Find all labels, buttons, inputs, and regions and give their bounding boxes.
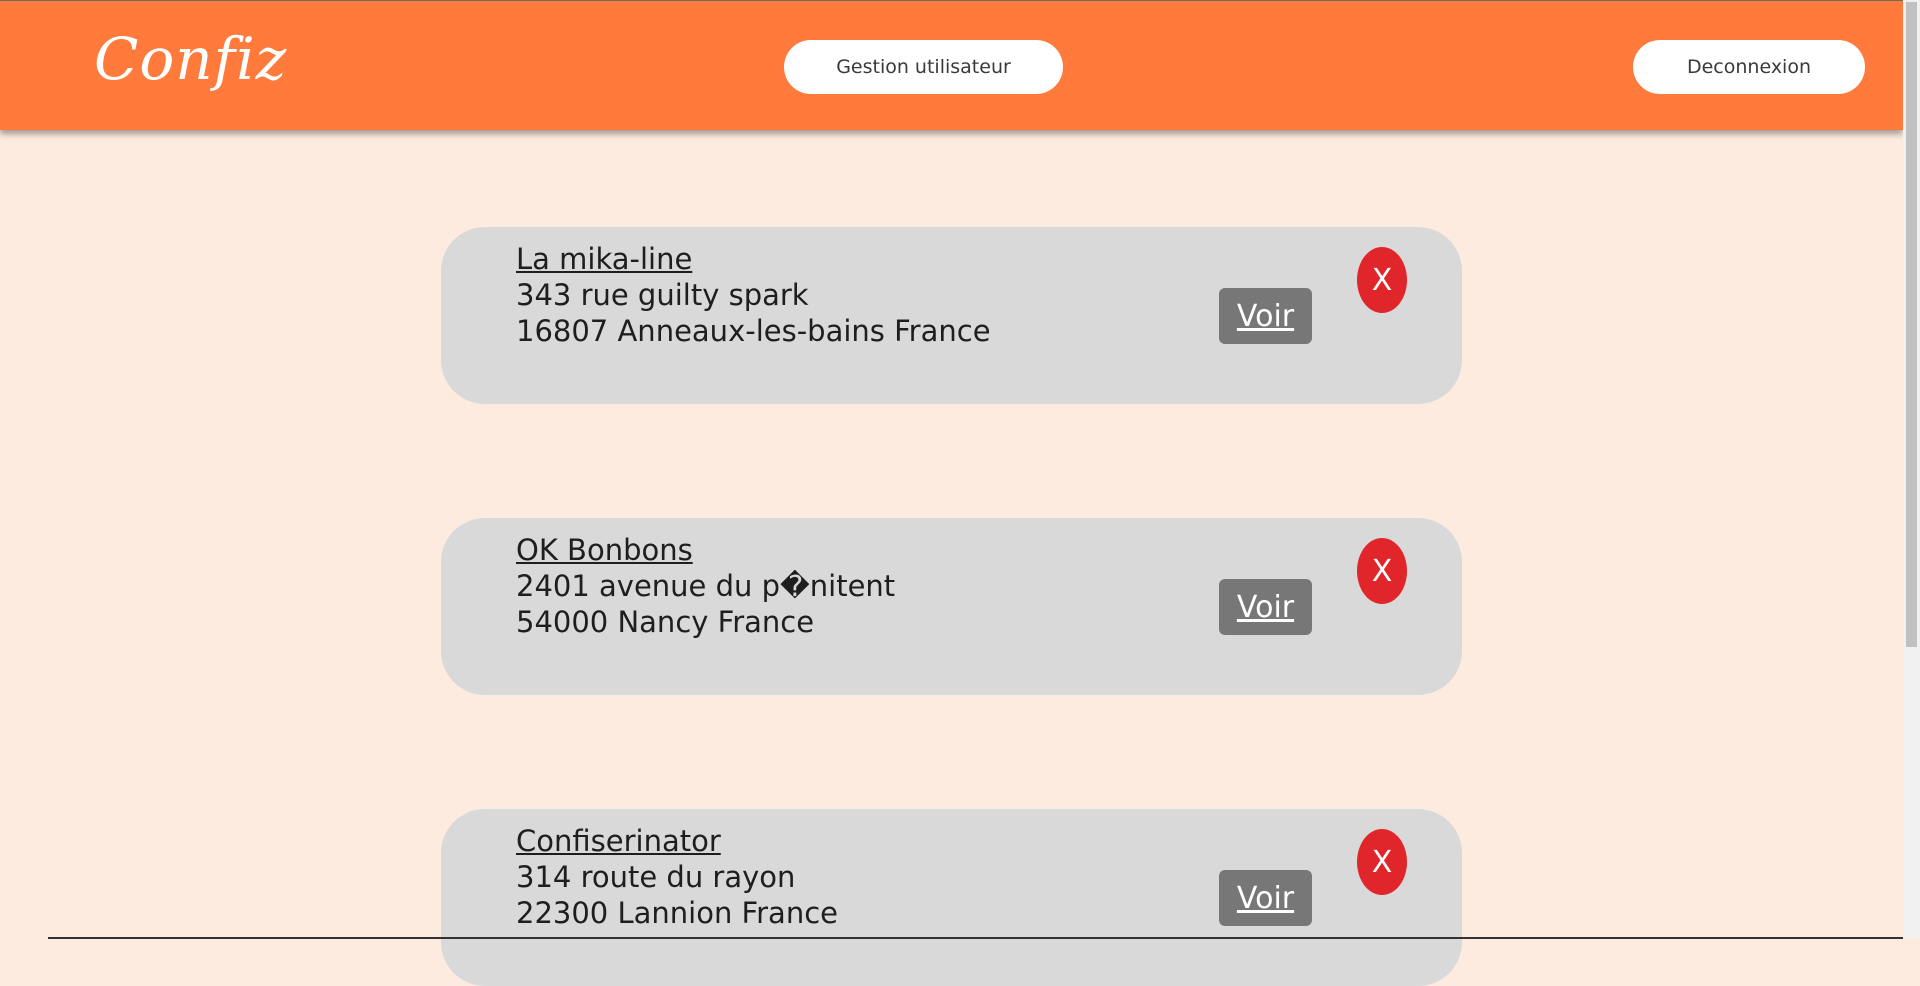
logout-button[interactable]: Deconnexion [1633, 40, 1865, 94]
shop-name[interactable]: Confiserinator [516, 823, 838, 859]
delete-button[interactable]: X [1357, 538, 1407, 604]
delete-button[interactable]: X [1357, 829, 1407, 895]
shop-name[interactable]: La mika-line [516, 241, 991, 277]
shop-street: 2401 avenue du p�nitent [516, 569, 896, 603]
view-button[interactable]: Voir [1219, 870, 1312, 926]
shop-name[interactable]: OK Bonbons [516, 532, 895, 568]
shop-card: OK Bonbons 2401 avenue du p�nitent 54000… [441, 518, 1462, 695]
shop-city: 16807 Anneaux-les-bains France [516, 314, 991, 348]
shop-city: 54000 Nancy France [516, 605, 815, 639]
user-management-button[interactable]: Gestion utilisateur [784, 40, 1063, 94]
view-button[interactable]: Voir [1219, 288, 1312, 344]
shop-street: 314 route du rayon [516, 860, 796, 894]
logo[interactable]: Confiz [94, 25, 287, 93]
shop-card: Confiserinator 314 route du rayon 22300 … [441, 809, 1462, 986]
shop-address-block: Confiserinator 314 route du rayon 22300 … [516, 823, 838, 931]
shop-address-block: La mika-line 343 rue guilty spark 16807 … [516, 241, 991, 349]
shop-city: 22300 Lannion France [516, 896, 838, 930]
shop-address-block: OK Bonbons 2401 avenue du p�nitent 54000… [516, 532, 895, 640]
delete-button[interactable]: X [1357, 247, 1407, 313]
shop-card: La mika-line 343 rue guilty spark 16807 … [441, 227, 1462, 404]
vertical-scrollbar[interactable] [1903, 0, 1920, 939]
scrollbar-thumb[interactable] [1906, 2, 1917, 647]
top-nav: Confiz Gestion utilisateur Deconnexion [0, 0, 1903, 130]
shop-street: 343 rue guilty spark [516, 278, 809, 312]
view-button[interactable]: Voir [1219, 579, 1312, 635]
